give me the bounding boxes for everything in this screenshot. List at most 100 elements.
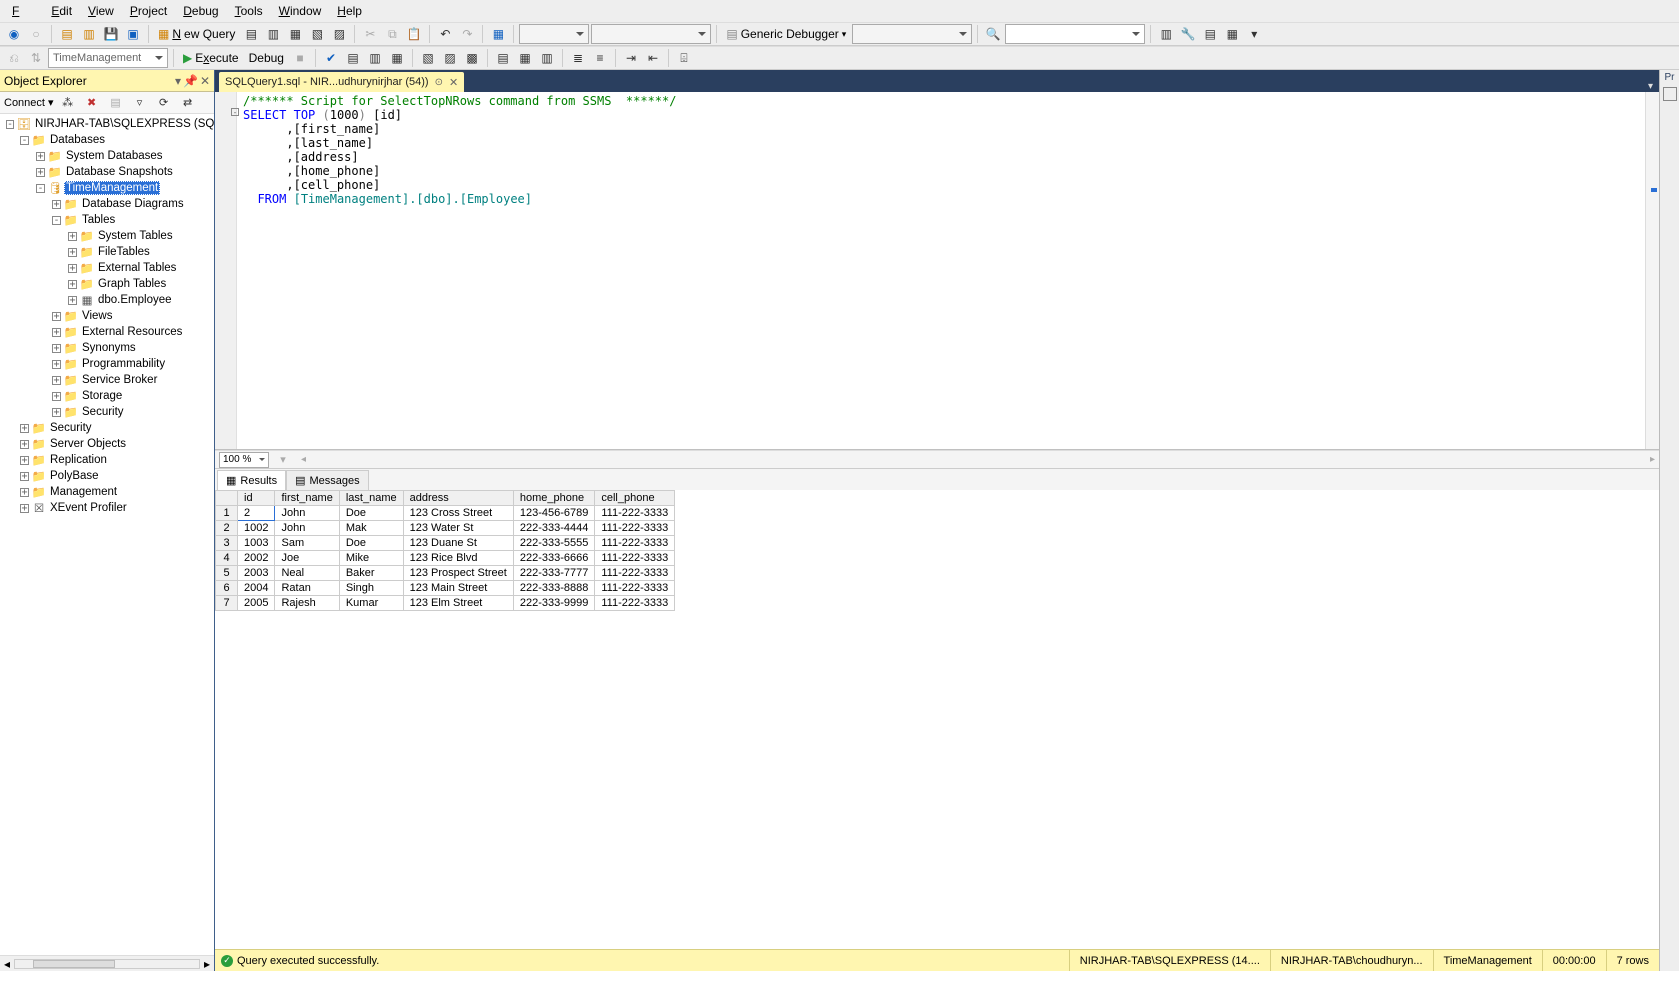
scroll-right-icon[interactable]: ▸ xyxy=(204,957,210,971)
table-row[interactable]: 62004RatanSingh123 Main Street222-333-88… xyxy=(216,581,675,596)
object-explorer-icon[interactable]: ▤ xyxy=(1200,24,1220,44)
toolbox-icon[interactable]: ▾ xyxy=(1244,24,1264,44)
tree-service-broker[interactable]: +📁Service Broker xyxy=(2,372,214,388)
debug-target-combo[interactable] xyxy=(852,24,972,44)
specify-values-icon[interactable]: ⌹ xyxy=(674,48,694,68)
col-address[interactable]: address xyxy=(403,491,513,506)
results-grid-pane[interactable]: id first_name last_name address home_pho… xyxy=(215,490,1659,949)
cell[interactable]: John xyxy=(275,521,339,536)
cell[interactable]: 123 Main Street xyxy=(403,581,513,596)
menu-file[interactable]: F xyxy=(4,2,43,20)
tree-dbo-employee[interactable]: +▦dbo.Employee xyxy=(2,292,214,308)
row-number[interactable]: 6 xyxy=(216,581,238,596)
cell[interactable]: 222-333-7777 xyxy=(513,566,595,581)
menu-tools[interactable]: Tools xyxy=(227,2,271,20)
cell[interactable]: 2005 xyxy=(238,596,275,611)
row-number[interactable]: 3 xyxy=(216,536,238,551)
new-query-button[interactable]: ▦ New Query xyxy=(154,24,239,44)
cell[interactable]: 2004 xyxy=(238,581,275,596)
tree-synonyms[interactable]: +📁Synonyms xyxy=(2,340,214,356)
results-grid-icon[interactable]: ▦ xyxy=(515,48,535,68)
cell[interactable]: 123-456-6789 xyxy=(513,506,595,521)
save-all-icon[interactable]: ▣ xyxy=(123,24,143,44)
code-outline-toggle[interactable]: - xyxy=(231,108,239,116)
cell[interactable]: 222-333-4444 xyxy=(513,521,595,536)
col-cell-phone[interactable]: cell_phone xyxy=(595,491,675,506)
object-explorer-tree[interactable]: -🗄NIRJHAR-TAB\SQLEXPRESS (SQL Serve -📁Da… xyxy=(0,114,214,955)
estimated-plan-icon[interactable]: ▤ xyxy=(343,48,363,68)
indent-icon[interactable]: ⇥ xyxy=(621,48,641,68)
tree-replication[interactable]: +📁Replication xyxy=(2,452,214,468)
stop-oe-icon[interactable]: ✖ xyxy=(82,93,102,113)
template-icon[interactable]: ▦ xyxy=(1222,24,1242,44)
results-text-icon[interactable]: ▤ xyxy=(493,48,513,68)
debug-button[interactable]: Debug xyxy=(245,48,288,68)
menu-help[interactable]: Help xyxy=(329,2,370,20)
window-position-icon[interactable]: ▾ xyxy=(175,74,181,88)
menu-project[interactable]: Project xyxy=(122,2,175,20)
col-id[interactable]: id xyxy=(238,491,275,506)
table-row[interactable]: 52003NealBaker123 Prospect Street222-333… xyxy=(216,566,675,581)
sql-code[interactable]: /****** Script for SelectTopNRows comman… xyxy=(243,94,676,206)
find-icon[interactable]: 🔍 xyxy=(983,24,1003,44)
scroll-left-icon[interactable]: ◂ xyxy=(4,957,10,971)
disconnect-icon[interactable]: ⁂ xyxy=(58,93,78,113)
cell[interactable]: Mike xyxy=(339,551,403,566)
cell[interactable]: 111-222-3333 xyxy=(595,506,675,521)
cell[interactable]: 123 Cross Street xyxy=(403,506,513,521)
mdx-icon[interactable]: ▥ xyxy=(263,24,283,44)
right-mini-icon[interactable] xyxy=(1663,87,1677,101)
menu-debug[interactable]: Debug xyxy=(175,2,226,20)
parse-icon[interactable]: ✔ xyxy=(321,48,341,68)
row-number[interactable]: 7 xyxy=(216,596,238,611)
comment-icon[interactable]: ≣ xyxy=(568,48,588,68)
cell[interactable]: 123 Water St xyxy=(403,521,513,536)
table-row[interactable]: 72005RajeshKumar123 Elm Street222-333-99… xyxy=(216,596,675,611)
cell[interactable]: 111-222-3333 xyxy=(595,521,675,536)
tree-system-databases[interactable]: +📁System Databases xyxy=(2,148,214,164)
tab-dropdown-icon[interactable]: ▾ xyxy=(1648,81,1653,92)
close-icon[interactable]: ✕ xyxy=(200,74,210,88)
col-home-phone[interactable]: home_phone xyxy=(513,491,595,506)
filter2-icon[interactable]: ▿ xyxy=(130,93,150,113)
tree-server-objects[interactable]: +📁Server Objects xyxy=(2,436,214,452)
solution-platform-combo[interactable] xyxy=(591,24,711,44)
activity-monitor-icon[interactable]: ▦ xyxy=(488,24,508,44)
tree-graph-tables[interactable]: +📁Graph Tables xyxy=(2,276,214,292)
cell[interactable]: 2003 xyxy=(238,566,275,581)
properties-panel-tab[interactable]: Pr xyxy=(1665,72,1675,83)
outdent-icon[interactable]: ⇤ xyxy=(643,48,663,68)
cell[interactable]: 222-333-8888 xyxy=(513,581,595,596)
cell[interactable]: 222-333-6666 xyxy=(513,551,595,566)
menu-window[interactable]: Window xyxy=(271,2,330,20)
right-collapsed-panel[interactable]: Pr xyxy=(1659,70,1679,971)
cell[interactable]: Sam xyxy=(275,536,339,551)
open-icon[interactable]: ▥ xyxy=(79,24,99,44)
close-tab-icon[interactable]: ✕ xyxy=(449,76,458,89)
menu-view[interactable]: View xyxy=(80,2,122,20)
tree-views[interactable]: +📁Views xyxy=(2,308,214,324)
cell[interactable]: Joe xyxy=(275,551,339,566)
cell[interactable]: 111-222-3333 xyxy=(595,536,675,551)
tree-security[interactable]: +📁Security xyxy=(2,420,214,436)
include-live-icon[interactable]: ▩ xyxy=(462,48,482,68)
cell[interactable]: Kumar xyxy=(339,596,403,611)
results-file-icon[interactable]: ▥ xyxy=(537,48,557,68)
tab-messages[interactable]: ▤Messages xyxy=(286,470,369,490)
solution-config-combo[interactable] xyxy=(519,24,589,44)
query-options-icon[interactable]: ▥ xyxy=(365,48,385,68)
tree-storage[interactable]: +📁Storage xyxy=(2,388,214,404)
tab-sqlquery1[interactable]: SQLQuery1.sql - NIR...udhurynirjhar (54)… xyxy=(219,72,464,92)
cell[interactable]: Mak xyxy=(339,521,403,536)
engine-query-icon[interactable]: ▤ xyxy=(241,24,261,44)
cell[interactable]: 1003 xyxy=(238,536,275,551)
menu-edit[interactable]: Edit xyxy=(43,2,80,20)
results-grid[interactable]: id first_name last_name address home_pho… xyxy=(215,490,675,611)
save-icon[interactable]: 💾 xyxy=(101,24,121,44)
cell[interactable]: John xyxy=(275,506,339,521)
cell[interactable]: 111-222-3333 xyxy=(595,551,675,566)
dmx-icon[interactable]: ▦ xyxy=(285,24,305,44)
include-stats-icon[interactable]: ▨ xyxy=(440,48,460,68)
cell[interactable]: Neal xyxy=(275,566,339,581)
table-row[interactable]: 42002JoeMike123 Rice Blvd222-333-6666111… xyxy=(216,551,675,566)
